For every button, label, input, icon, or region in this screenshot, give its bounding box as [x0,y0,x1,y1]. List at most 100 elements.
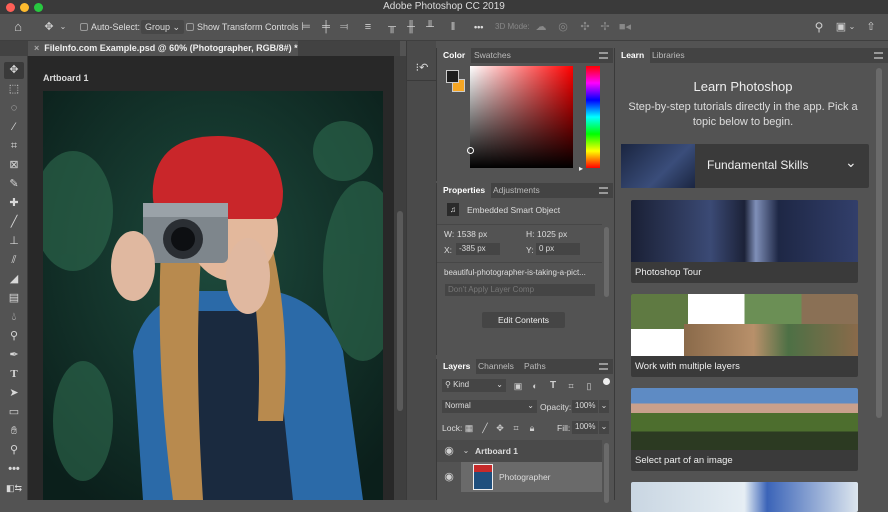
hue-slider[interactable] [586,66,600,168]
layer-comp-dropdown[interactable]: Don't Apply Layer Comp [445,284,595,296]
filter-smart-object-icon[interactable]: ▯ [583,379,595,393]
lock-transparent-icon[interactable]: ▦ [464,421,474,435]
align-bottom-icon[interactable]: ╨ [424,20,436,34]
visibility-eye-icon[interactable]: ◉ [443,470,455,484]
path-selection-tool-icon[interactable]: ➤ [4,385,24,402]
photographer-image[interactable] [43,91,383,500]
layer-row[interactable]: ◉ Photographer [437,462,602,492]
dodge-tool-icon[interactable]: ⚲ [4,328,24,345]
filter-toggle[interactable] [603,378,610,385]
healing-brush-tool-icon[interactable]: ✚ [4,195,24,212]
expand-chevron-icon[interactable]: ⌄ [461,444,471,458]
layer-row[interactable]: ◉ ⌄ Artboard 1 [437,440,602,462]
frame-tool-icon[interactable]: ⊠ [4,157,24,174]
scrollbar-thumb[interactable] [397,211,403,411]
tutorial-card[interactable]: Select part of an image [631,388,858,471]
align-left-icon[interactable]: ⊨ [300,20,312,34]
align-top-icon[interactable]: ╥ [386,20,398,34]
move-tool-icon[interactable]: ✥ [42,20,56,34]
panel-menu-icon[interactable] [874,52,883,59]
filter-pixel-icon[interactable]: ▣ [512,379,524,393]
layer-filter-dropdown[interactable]: ⚲ Kind ⌄ [442,379,506,392]
3d-pan-icon[interactable]: ✣ [578,20,592,34]
lock-all-icon[interactable]: 🔒︎ [527,421,537,435]
y-position-input[interactable]: 0 px [536,243,580,255]
tab-layers[interactable]: Layers [437,359,477,374]
gradient-tool-icon[interactable]: ▤ [4,290,24,307]
workspace-icon[interactable]: ▣ [834,20,848,34]
tab-properties[interactable]: Properties [437,183,492,198]
3d-orbit-icon[interactable]: ☁ [534,20,548,34]
panel-menu-icon[interactable] [599,187,608,194]
more-options-button[interactable]: ••• [474,20,483,34]
tab-paths[interactable]: Paths [518,359,552,374]
close-tab-icon[interactable]: × [34,43,39,53]
fill-chevron-icon[interactable]: ⌄ [599,421,609,434]
blur-tool-icon[interactable]: 💧︎ [4,309,24,326]
share-icon[interactable]: ⇧ [864,20,878,34]
foreground-color-swatch[interactable] [446,70,459,83]
edit-toolbar-icon[interactable]: ••• [4,461,24,478]
3d-slide-icon[interactable]: ✢ [598,20,612,34]
rectangle-tool-icon[interactable]: ▭ [4,404,24,421]
magic-wand-tool-icon[interactable]: ⁄ [4,119,24,136]
artboard-label[interactable]: Artboard 1 [43,73,89,83]
workspace-chevron-icon[interactable]: ⌄ [848,20,856,34]
color-field[interactable] [467,66,573,168]
properties-scrollbar[interactable] [604,227,609,297]
tab-libraries[interactable]: Libraries [646,48,691,63]
x-position-input[interactable]: -385 px [456,243,500,255]
default-colors-icon[interactable]: ◧⇆ [4,480,24,497]
show-transform-checkbox[interactable]: Show Transform Controls [186,20,299,34]
filter-shape-icon[interactable]: ⌗ [565,379,577,393]
layers-scrollbar[interactable] [604,443,609,503]
tool-preset-chevron-icon[interactable]: ⌄ [58,20,68,34]
eraser-tool-icon[interactable]: ◢ [4,271,24,288]
zoom-tool-icon[interactable]: ⚲ [4,442,24,459]
tab-adjustments[interactable]: Adjustments [487,183,546,198]
lock-artboard-icon[interactable]: ⌗ [511,421,521,435]
align-middle-icon[interactable]: ╫ [405,20,417,34]
canvas-vertical-scrollbar[interactable] [394,56,406,500]
opacity-chevron-icon[interactable]: ⌄ [599,400,609,413]
hue-slider-handle[interactable]: ▸ [579,164,583,173]
blend-mode-dropdown[interactable]: Normal ⌄ [442,400,537,413]
home-icon[interactable]: ⌂ [10,20,26,34]
eyedropper-tool-icon[interactable]: ✎ [4,176,24,193]
align-center-icon[interactable]: ╪ [320,20,332,34]
color-picker-cursor[interactable] [467,147,474,154]
marquee-tool-icon[interactable]: ⬚ [4,81,24,98]
lock-position-icon[interactable]: ✥ [495,421,505,435]
history-panel-icon[interactable]: ⁝↶ [407,55,437,81]
distribute-columns-icon[interactable]: ‖ [447,20,459,34]
search-icon[interactable]: ⚲ [812,20,826,34]
tab-learn[interactable]: Learn [615,48,651,63]
opacity-input[interactable]: 100% [572,400,598,413]
edit-contents-button[interactable]: Edit Contents [482,312,565,328]
pen-tool-icon[interactable]: ✒ [4,347,24,364]
distribute-icon[interactable]: ≡ [362,20,374,34]
tab-channels[interactable]: Channels [472,359,520,374]
fill-input[interactable]: 100% [572,421,598,434]
lock-image-icon[interactable]: ╱ [480,421,490,435]
crop-tool-icon[interactable]: ⌗ [4,138,24,155]
topic-fundamental-skills[interactable]: Fundamental Skills ⌄ [621,144,869,188]
history-brush-tool-icon[interactable]: ⫽ [4,252,24,269]
auto-select-checkbox[interactable]: Auto-Select: [80,20,140,34]
panel-menu-icon[interactable] [599,52,608,59]
tab-color[interactable]: Color [437,48,472,63]
clone-stamp-tool-icon[interactable]: ⊥ [4,233,24,250]
tutorial-card[interactable] [631,482,858,512]
tutorial-card[interactable]: Photoshop Tour [631,200,858,283]
tab-swatches[interactable]: Swatches [468,48,517,63]
learn-scrollbar[interactable] [876,68,882,418]
brush-tool-icon[interactable]: ╱ [4,214,24,231]
type-tool-icon[interactable]: T [4,366,24,383]
auto-select-target-dropdown[interactable]: Group ⌄ [141,20,185,34]
visibility-eye-icon[interactable]: ◉ [443,444,455,458]
filter-type-icon[interactable]: T [547,379,559,393]
lasso-tool-icon[interactable]: ◌ [4,100,24,117]
chevron-down-icon[interactable]: ⌄ [845,154,857,171]
filter-adjustment-icon[interactable]: ◐ [529,379,541,393]
3d-roll-icon[interactable]: ◎ [556,20,570,34]
